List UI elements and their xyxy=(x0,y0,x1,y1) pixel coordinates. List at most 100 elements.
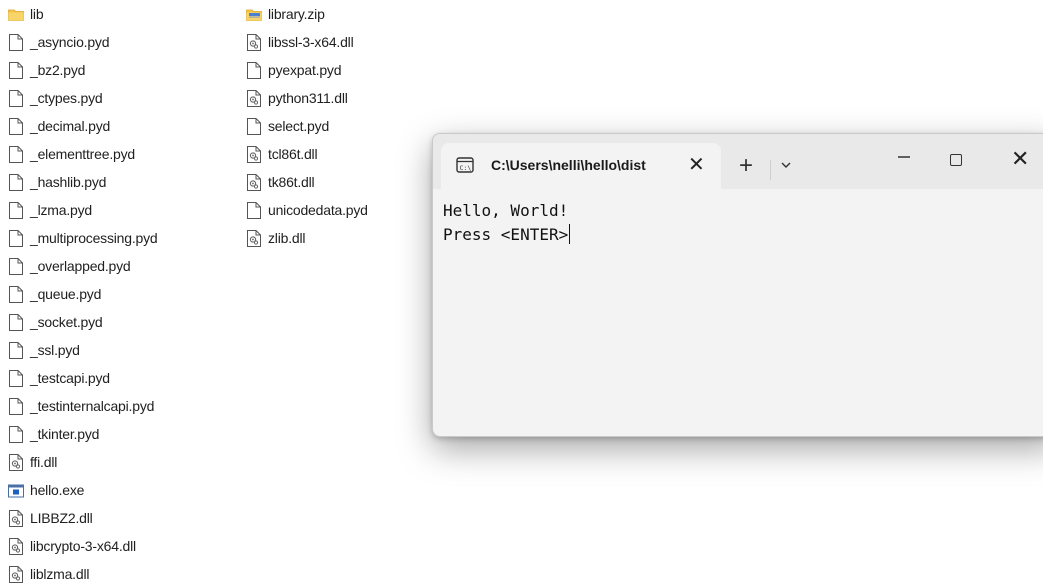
svg-text:C:\: C:\ xyxy=(460,164,472,172)
minimize-button[interactable] xyxy=(896,148,912,166)
file-item-ctypes-pyd[interactable]: _ctypes.pyd xyxy=(8,84,158,112)
zip-folder-icon xyxy=(246,5,262,24)
close-window-button[interactable]: ✕ xyxy=(1011,148,1029,170)
text-cursor xyxy=(569,224,571,244)
dll-icon xyxy=(8,537,24,556)
file-icon xyxy=(8,173,24,192)
maximize-button[interactable] xyxy=(950,154,962,166)
file-icon xyxy=(8,201,24,220)
file-item-lzma-pyd[interactable]: _lzma.pyd xyxy=(8,196,158,224)
dll-icon xyxy=(246,33,262,52)
file-item-testinternalcapi-pyd[interactable]: _testinternalcapi.pyd xyxy=(8,392,158,420)
file-name: libssl-3-x64.dll xyxy=(268,34,354,50)
file-item-tcl86t-dll[interactable]: tcl86t.dll xyxy=(246,140,368,168)
console-line-2: Press <ENTER> xyxy=(443,223,571,247)
tab-terminal[interactable]: C:\ C:\Users\nelli\hello\dist ✕ xyxy=(441,143,721,189)
file-item-library-zip[interactable]: library.zip xyxy=(246,0,368,28)
new-tab-button[interactable]: + xyxy=(739,154,753,178)
file-icon xyxy=(8,117,24,136)
file-name: _bz2.pyd xyxy=(30,62,86,78)
dll-icon xyxy=(8,565,24,584)
file-item-liblzma-dll[interactable]: liblzma.dll xyxy=(8,560,158,584)
file-name: _queue.pyd xyxy=(30,286,102,302)
file-name: _hashlib.pyd xyxy=(30,174,107,190)
file-item-lib[interactable]: lib xyxy=(8,0,158,28)
file-icon xyxy=(8,229,24,248)
file-name: _socket.pyd xyxy=(30,314,103,330)
file-item-libssl-3-x64-dll[interactable]: libssl-3-x64.dll xyxy=(246,28,368,56)
file-icon xyxy=(246,117,262,136)
dll-icon xyxy=(246,229,262,248)
file-item-select-pyd[interactable]: select.pyd xyxy=(246,112,368,140)
file-item-tk86t-dll[interactable]: tk86t.dll xyxy=(246,168,368,196)
file-name: tk86t.dll xyxy=(268,174,315,190)
file-icon xyxy=(8,145,24,164)
exe-icon xyxy=(8,481,24,500)
file-name: libcrypto-3-x64.dll xyxy=(30,538,136,554)
file-item-libbz2-dll[interactable]: LIBBZ2.dll xyxy=(8,504,158,532)
file-icon xyxy=(8,313,24,332)
file-name: _ctypes.pyd xyxy=(30,90,103,106)
file-name: lib xyxy=(30,6,44,22)
dll-icon xyxy=(246,173,262,192)
file-item-pyexpat-pyd[interactable]: pyexpat.pyd xyxy=(246,56,368,84)
file-icon xyxy=(8,61,24,80)
file-item-ssl-pyd[interactable]: _ssl.pyd xyxy=(8,336,158,364)
file-name: _tkinter.pyd xyxy=(30,426,100,442)
console-output[interactable]: Hello, World! Press <ENTER> xyxy=(443,199,571,247)
file-name: _testcapi.pyd xyxy=(30,370,110,386)
file-icon xyxy=(246,61,262,80)
terminal-window[interactable]: C:\ C:\Users\nelli\hello\dist ✕ + ✕ Hell… xyxy=(432,133,1043,437)
file-item-unicodedata-pyd[interactable]: unicodedata.pyd xyxy=(246,196,368,224)
file-name: select.pyd xyxy=(268,118,330,134)
chevron-down-icon[interactable] xyxy=(779,158,793,172)
file-name: pyexpat.pyd xyxy=(268,62,342,78)
file-name: hello.exe xyxy=(30,482,85,498)
file-name: zlib.dll xyxy=(268,230,306,246)
file-item-tkinter-pyd[interactable]: _tkinter.pyd xyxy=(8,420,158,448)
dll-icon xyxy=(8,509,24,528)
file-item-socket-pyd[interactable]: _socket.pyd xyxy=(8,308,158,336)
file-item-decimal-pyd[interactable]: _decimal.pyd xyxy=(8,112,158,140)
file-name: _overlapped.pyd xyxy=(30,258,131,274)
file-name: _decimal.pyd xyxy=(30,118,111,134)
file-name: _testinternalcapi.pyd xyxy=(30,398,155,414)
file-icon xyxy=(8,425,24,444)
file-item-libcrypto-3-x64-dll[interactable]: libcrypto-3-x64.dll xyxy=(8,532,158,560)
file-name: _ssl.pyd xyxy=(30,342,80,358)
file-item-ffi-dll[interactable]: ffi.dll xyxy=(8,448,158,476)
file-name: python311.dll xyxy=(268,90,348,106)
dll-icon xyxy=(8,453,24,472)
file-item-python311-dll[interactable]: python311.dll xyxy=(246,84,368,112)
file-name: _lzma.pyd xyxy=(30,202,93,218)
folder-icon xyxy=(8,5,24,24)
file-name: _asyncio.pyd xyxy=(30,34,110,50)
console-line-1: Hello, World! xyxy=(443,201,569,220)
title-bar[interactable]: C:\ C:\Users\nelli\hello\dist ✕ + ✕ xyxy=(433,134,1043,189)
file-icon xyxy=(8,257,24,276)
file-item-overlapped-pyd[interactable]: _overlapped.pyd xyxy=(8,252,158,280)
file-item-queue-pyd[interactable]: _queue.pyd xyxy=(8,280,158,308)
file-item-hashlib-pyd[interactable]: _hashlib.pyd xyxy=(8,168,158,196)
file-name: LIBBZ2.dll xyxy=(30,510,93,526)
file-name: _multiprocessing.pyd xyxy=(30,230,158,246)
file-name: ffi.dll xyxy=(30,454,58,470)
file-item-bz2-pyd[interactable]: _bz2.pyd xyxy=(8,56,158,84)
file-icon xyxy=(8,285,24,304)
file-item-asyncio-pyd[interactable]: _asyncio.pyd xyxy=(8,28,158,56)
close-tab-button[interactable]: ✕ xyxy=(688,155,705,175)
file-icon xyxy=(8,341,24,360)
file-list-column-2: library.zip libssl-3-x64.dll pyexpat.pyd py… xyxy=(246,0,368,252)
file-item-testcapi-pyd[interactable]: _testcapi.pyd xyxy=(8,364,158,392)
file-icon xyxy=(8,397,24,416)
terminal-icon: C:\ xyxy=(456,157,474,173)
file-item-multiprocessing-pyd[interactable]: _multiprocessing.pyd xyxy=(8,224,158,252)
file-item-hello-exe[interactable]: hello.exe xyxy=(8,476,158,504)
file-name: liblzma.dll xyxy=(30,566,90,582)
file-item-zlib-dll[interactable]: zlib.dll xyxy=(246,224,368,252)
file-icon xyxy=(8,89,24,108)
tab-title: C:\Users\nelli\hello\dist xyxy=(491,157,646,173)
file-item-elementtree-pyd[interactable]: _elementtree.pyd xyxy=(8,140,158,168)
file-name: library.zip xyxy=(268,6,325,22)
file-name: _elementtree.pyd xyxy=(30,146,135,162)
